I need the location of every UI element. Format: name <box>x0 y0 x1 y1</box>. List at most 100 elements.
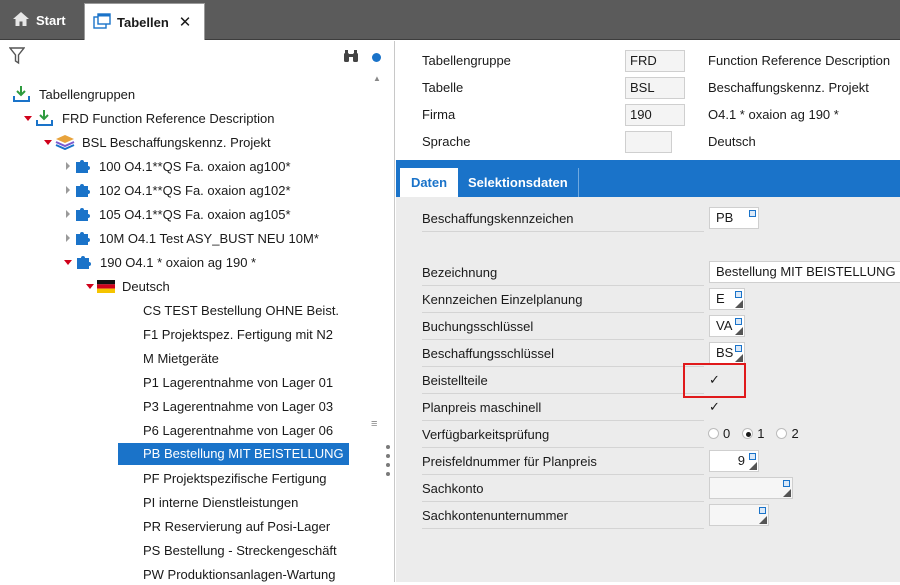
list-icon[interactable] <box>783 480 790 487</box>
tab-tabellen-label: Tabellen <box>117 14 169 30</box>
collapsed-caret-icon[interactable] <box>66 186 70 194</box>
header-label: Sprache <box>422 134 471 149</box>
collapsed-caret-icon[interactable] <box>66 234 70 242</box>
tree-entry[interactable]: P1 Lagerentnahme von Lager 01 <box>140 371 336 393</box>
header-row-tabellengruppe: Tabellengruppe FRD Function Reference De… <box>396 47 900 74</box>
planpreis-maschinell-checkbox[interactable]: ✓ <box>709 399 720 415</box>
sachkonto-field[interactable] <box>709 477 793 499</box>
field-label: Beschaffungskennzeichen <box>422 210 574 226</box>
highlight-box <box>683 363 746 398</box>
dropdown-corner-icon[interactable] <box>735 300 743 308</box>
buchungsschluessel-field[interactable]: VA <box>709 315 745 337</box>
scroll-handle-icon[interactable]: ≡ <box>371 418 377 430</box>
tree-table[interactable]: BSL Beschaffungskennz. Projekt <box>44 131 274 153</box>
form-row-planpreis-maschinell: Planpreis maschinell <box>422 394 704 421</box>
list-icon[interactable] <box>735 318 742 325</box>
expanded-caret-icon[interactable] <box>24 115 32 121</box>
tree-entry-selected[interactable]: PB Bestellung MIT BEISTELLUNG <box>118 443 349 465</box>
beschaffungsschluessel-field[interactable]: BS <box>709 342 745 364</box>
tree-entry[interactable]: CS TEST Bestellung OHNE Beist. <box>140 299 342 321</box>
beschaffungskennzeichen-field[interactable]: PB <box>709 207 759 229</box>
puzzle-icon <box>74 157 92 175</box>
tree-company[interactable]: 10M O4.1 Test ASY_BUST NEU 10M* <box>66 227 322 249</box>
tree-entry-label: CS TEST Bestellung OHNE Beist. <box>143 302 340 318</box>
tree-entry[interactable]: PR Reservierung auf Posi-Lager <box>140 515 333 537</box>
field-label: Preisfeldnummer für Planpreis <box>422 453 597 469</box>
radio-option-0[interactable]: 0 <box>708 426 730 441</box>
tree-entry[interactable]: P6 Lagerentnahme von Lager 06 <box>140 419 336 441</box>
expanded-caret-icon[interactable] <box>64 259 72 265</box>
tree-company-label: 190 O4.1 * oxaion ag 190 * <box>100 254 257 270</box>
collapsed-caret-icon[interactable] <box>66 162 70 170</box>
header-description: Function Reference Description <box>708 53 891 68</box>
tree-root[interactable]: Tabellengruppen <box>12 83 138 105</box>
header-code-field: BSL <box>625 76 685 99</box>
list-icon[interactable] <box>749 210 756 217</box>
preisfeldnummer-field[interactable]: 9 <box>709 450 759 472</box>
field-label: Beschaffungsschlüssel <box>422 345 555 361</box>
dropdown-corner-icon[interactable] <box>735 327 743 335</box>
form-row-beschaffungskennzeichen: Beschaffungskennzeichen <box>422 205 704 232</box>
tree-group[interactable]: FRD Function Reference Description <box>24 107 277 129</box>
form-row-beistellteile: Beistellteile <box>422 367 704 394</box>
tree-entry[interactable]: F1 Projektspez. Fertigung mit N2 <box>140 323 336 345</box>
field-label: Kennzeichen Einzelplanung <box>422 291 583 307</box>
field-value: 9 <box>737 453 745 468</box>
tree-table-label: BSL Beschaffungskennz. Projekt <box>82 134 271 150</box>
tree-entry[interactable]: PS Bestellung - Streckengeschäft <box>140 539 340 561</box>
form-row-preisfeldnummer: Preisfeldnummer für Planpreis <box>422 448 704 475</box>
radio-option-1[interactable]: 1 <box>742 426 764 441</box>
status-dot-icon[interactable] <box>372 53 381 62</box>
radio-option-2[interactable]: 2 <box>776 426 799 441</box>
form-row-buchungsschluessel: Buchungsschlüssel <box>422 313 704 340</box>
tree-entry-label: M Mietgeräte <box>143 350 219 366</box>
tree-company[interactable]: 105 O4.1**QS Fa. oxaion ag105* <box>66 203 294 225</box>
dropdown-corner-icon[interactable] <box>759 516 767 524</box>
field-value: VA <box>716 318 733 333</box>
tree-company[interactable]: 100 O4.1**QS Fa. oxaion ag100* <box>66 155 294 177</box>
dropdown-corner-icon[interactable] <box>749 462 757 470</box>
list-icon[interactable] <box>735 345 742 352</box>
field-label: Sachkontenunternummer <box>422 507 568 523</box>
tab-tabellen[interactable]: Tabellen ✕ <box>84 3 205 40</box>
tree-entry[interactable]: PI interne Dienstleistungen <box>140 491 301 513</box>
dropdown-corner-icon[interactable] <box>735 354 743 362</box>
kennzeichen-einzelplanung-field[interactable]: E <box>709 288 745 310</box>
tree-language-label: Deutsch <box>122 278 170 294</box>
verfuegbarkeit-radio-group: 0 1 2 <box>708 426 811 441</box>
list-icon[interactable] <box>735 291 742 298</box>
header-description: O4.1 * oxaion ag 190 * <box>708 107 839 122</box>
tree-entry[interactable]: PF Projektspezifische Fertigung <box>140 467 330 489</box>
expanded-caret-icon[interactable] <box>44 139 52 145</box>
tree-toolbar <box>0 41 395 71</box>
tree-entry[interactable]: M Mietgeräte <box>140 347 222 369</box>
tree-root-label: Tabellengruppen <box>39 86 136 102</box>
sachkontenunternummer-field[interactable] <box>709 504 769 526</box>
scroll-up-icon[interactable]: ▲ <box>373 74 381 83</box>
expanded-caret-icon[interactable] <box>86 283 94 289</box>
tree-language[interactable]: Deutsch <box>86 275 173 297</box>
collapsed-caret-icon[interactable] <box>66 210 70 218</box>
field-value: BS <box>716 345 734 360</box>
filter-icon[interactable] <box>8 47 26 68</box>
detail-panel: Tabellengruppe FRD Function Reference De… <box>396 41 900 582</box>
german-flag-icon <box>97 279 115 293</box>
header-row-tabelle: Tabelle BSL Beschaffungskennz. Projekt <box>396 74 900 101</box>
tree-company[interactable]: 102 O4.1**QS Fa. oxaion ag102* <box>66 179 294 201</box>
tab-start-label: Start <box>36 12 66 28</box>
list-icon[interactable] <box>759 507 766 514</box>
tab-selektionsdaten[interactable]: Selektionsdaten <box>458 168 579 197</box>
radio-label: 1 <box>757 426 765 441</box>
tab-daten[interactable]: Daten <box>400 168 458 197</box>
close-icon[interactable]: ✕ <box>179 15 192 30</box>
tree-company-expanded[interactable]: 190 O4.1 * oxaion ag 190 * <box>64 251 259 273</box>
tree-entry[interactable]: P3 Lagerentnahme von Lager 03 <box>140 395 336 417</box>
bezeichnung-field[interactable]: Bestellung MIT BEISTELLUNG <box>709 261 900 283</box>
tree-panel: ▲ ≡ Tabellengruppen FRD Function Referen… <box>0 41 395 582</box>
tab-start[interactable]: Start <box>0 0 80 40</box>
binoculars-icon[interactable] <box>343 49 359 66</box>
splitter-handle-icon[interactable] <box>386 445 392 481</box>
list-icon[interactable] <box>749 453 756 460</box>
radio-label: 2 <box>791 426 799 441</box>
dropdown-corner-icon[interactable] <box>783 489 791 497</box>
